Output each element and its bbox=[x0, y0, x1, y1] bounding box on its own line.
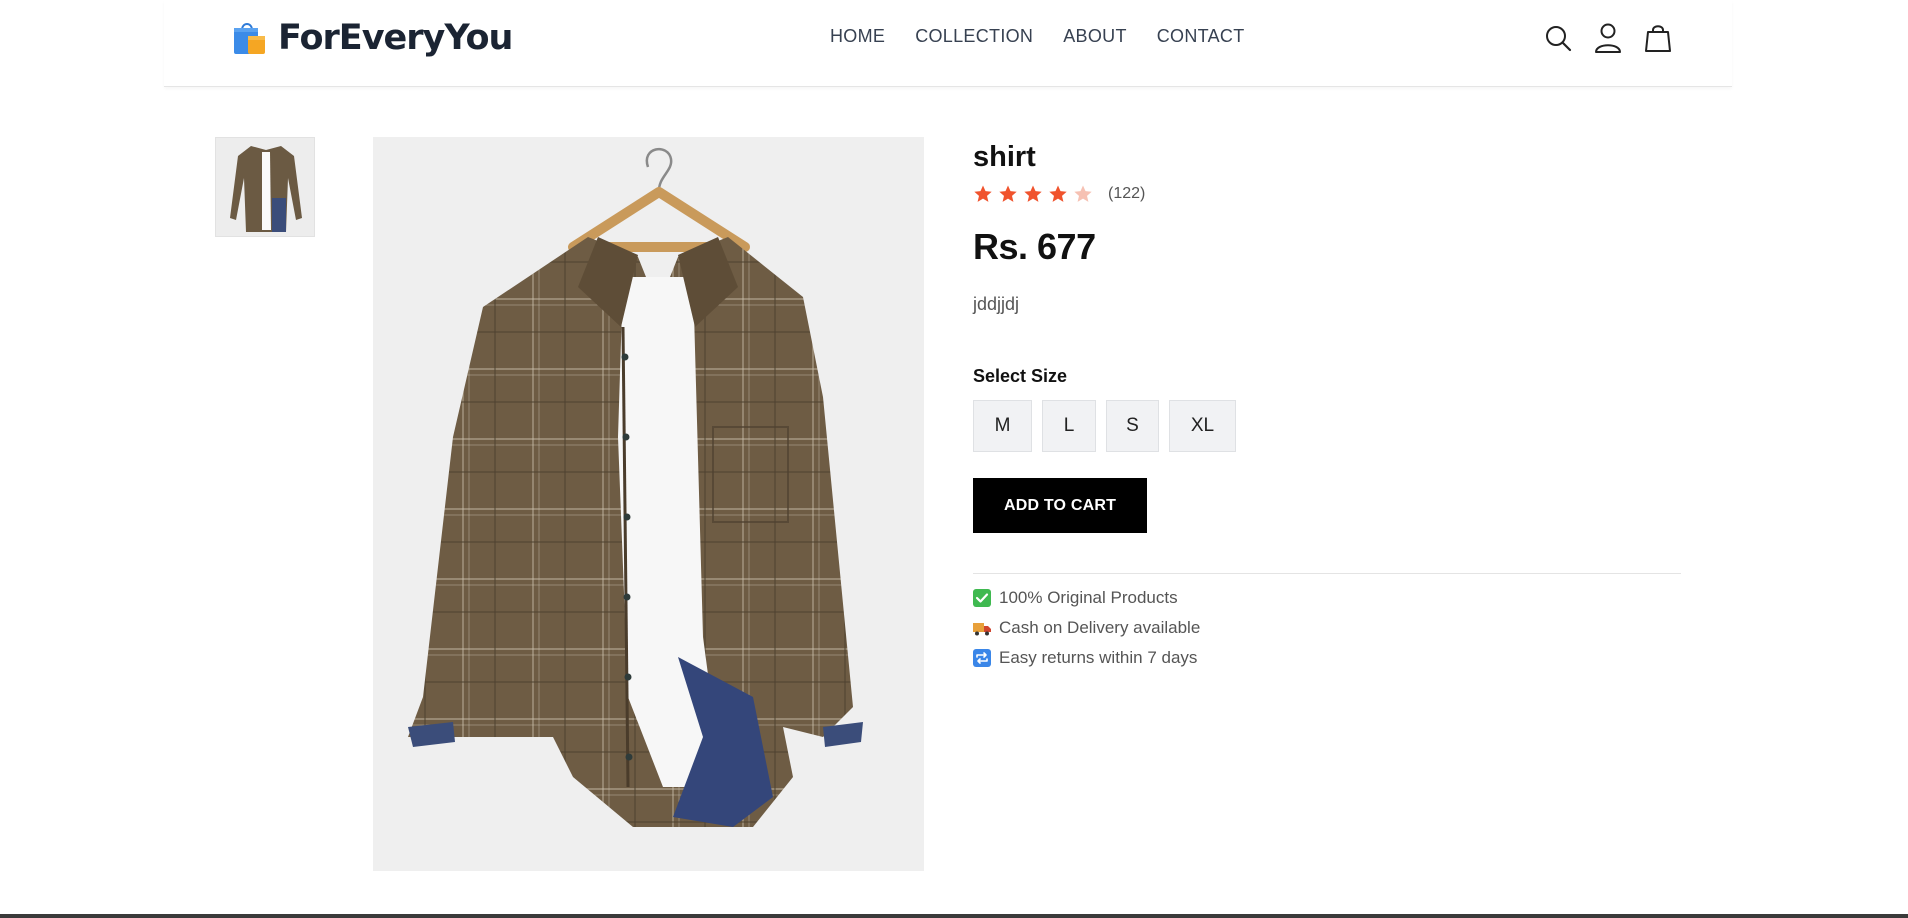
search-icon[interactable] bbox=[1542, 20, 1574, 56]
star-filled-icon bbox=[974, 185, 992, 202]
shopping-bag-logo-icon bbox=[234, 23, 265, 54]
star-filled-icon bbox=[999, 185, 1017, 202]
check-icon bbox=[973, 589, 991, 607]
star-filled-icon bbox=[1049, 185, 1067, 202]
size-option-s[interactable]: S bbox=[1106, 400, 1159, 452]
nav-about[interactable]: ABOUT bbox=[1063, 26, 1127, 47]
browser-viewport: ForEveryYou HOME COLLECTION ABOUT CONTAC… bbox=[0, 0, 1908, 918]
brand-logo[interactable]: ForEveryYou bbox=[230, 18, 513, 58]
product-description: jddjjdj bbox=[973, 294, 1020, 314]
shirt-image bbox=[373, 137, 924, 871]
product-price: Rs. 677 bbox=[973, 226, 1096, 267]
perk-original: 100% Original Products bbox=[973, 583, 1683, 613]
thumbnail-shirt-image bbox=[216, 138, 314, 236]
add-to-cart-button[interactable]: ADD TO CART bbox=[973, 478, 1147, 533]
product-info: shirt (122) Rs. 677 jddjjdj Select Size … bbox=[973, 137, 1683, 673]
star-filled-icon bbox=[1024, 185, 1042, 202]
nav-collection[interactable]: COLLECTION bbox=[915, 26, 1033, 47]
perk-returns: Easy returns within 7 days bbox=[973, 643, 1683, 673]
shopping-bag-icon[interactable] bbox=[1642, 20, 1674, 56]
header-actions bbox=[1542, 20, 1674, 56]
truck-icon bbox=[973, 619, 991, 637]
nav-contact[interactable]: CONTACT bbox=[1157, 26, 1245, 47]
product-thumbnail[interactable] bbox=[215, 137, 315, 237]
main-nav: HOME COLLECTION ABOUT CONTACT bbox=[830, 26, 1245, 47]
user-icon[interactable] bbox=[1592, 20, 1624, 56]
brand-name: ForEveryYou bbox=[278, 18, 513, 58]
product-main-image bbox=[373, 137, 924, 871]
size-option-xl[interactable]: XL bbox=[1169, 400, 1236, 452]
star-empty-icon bbox=[1074, 185, 1092, 202]
size-options: M L S XL bbox=[973, 400, 1683, 452]
size-option-l[interactable]: L bbox=[1042, 400, 1096, 452]
perk-text: 100% Original Products bbox=[999, 588, 1178, 607]
perk-text: Easy returns within 7 days bbox=[999, 648, 1198, 667]
perk-cod: Cash on Delivery available bbox=[973, 613, 1683, 643]
perk-text: Cash on Delivery available bbox=[999, 618, 1201, 637]
page-container: ForEveryYou HOME COLLECTION ABOUT CONTAC… bbox=[164, 0, 1732, 914]
review-count: (122) bbox=[1108, 185, 1146, 202]
site-header: ForEveryYou HOME COLLECTION ABOUT CONTAC… bbox=[164, 0, 1732, 87]
repeat-icon bbox=[973, 649, 991, 667]
size-label: Select Size bbox=[973, 366, 1068, 386]
size-option-m[interactable]: M bbox=[973, 400, 1032, 452]
product-rating: (122) bbox=[973, 184, 1683, 204]
nav-home[interactable]: HOME bbox=[830, 26, 885, 47]
divider bbox=[973, 573, 1681, 574]
product-title: shirt bbox=[973, 141, 1036, 173]
product-perks: 100% Original Products Cash on Delivery … bbox=[973, 583, 1683, 673]
